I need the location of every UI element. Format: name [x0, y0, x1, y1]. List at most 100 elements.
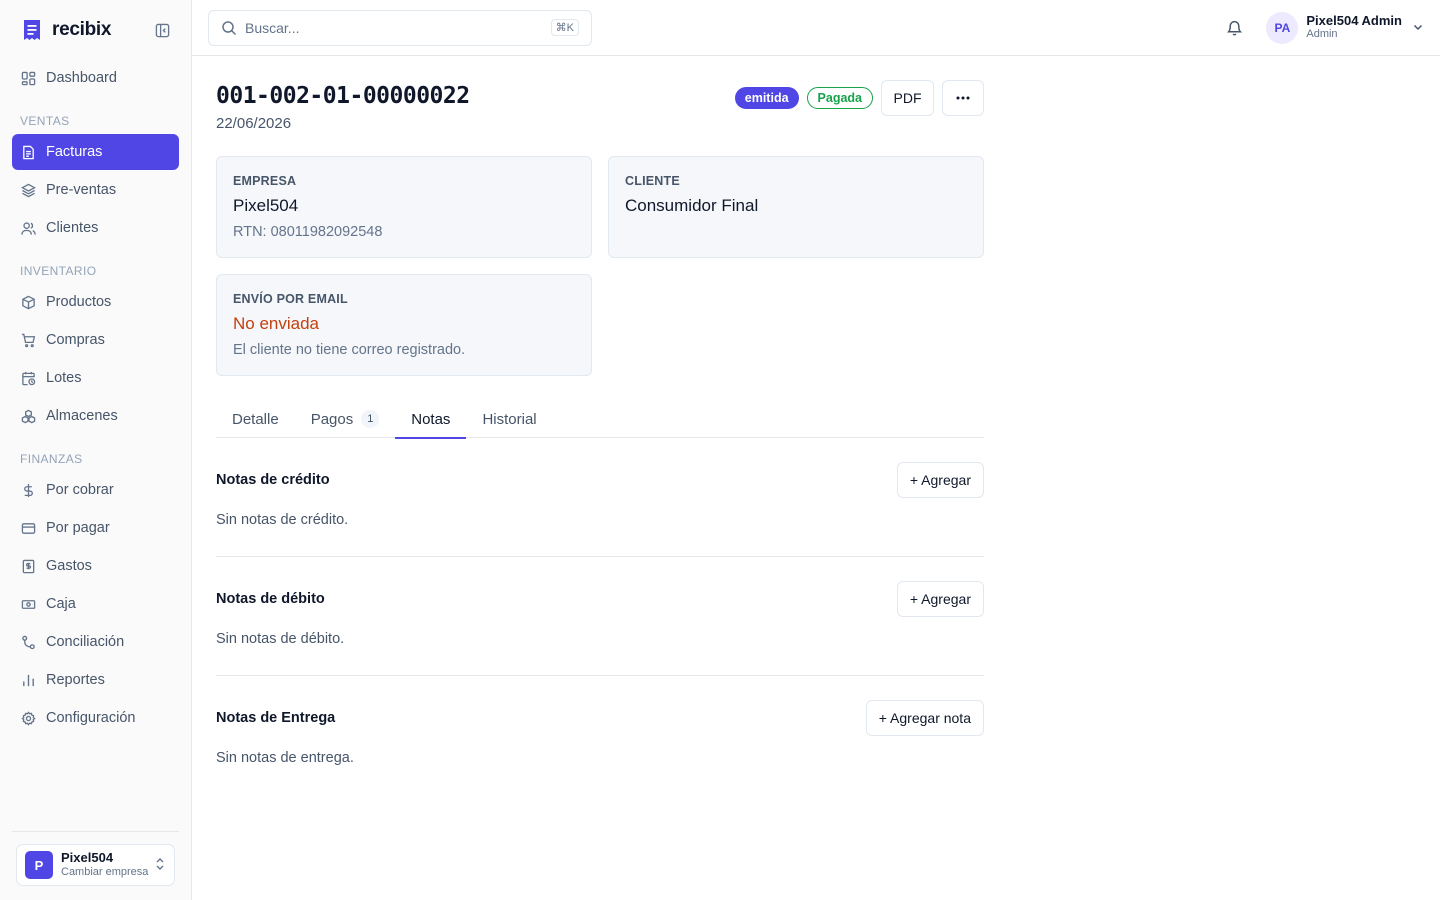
tab-pagos[interactable]: Pagos 1 — [295, 400, 396, 438]
sidebar-section-inventario: INVENTARIO — [20, 264, 97, 278]
settings-icon — [20, 710, 36, 726]
sidebar-item-clientes[interactable]: Clientes — [12, 210, 179, 246]
search-shortcut: ⌘K — [550, 19, 579, 36]
sidebar-item-almacenes[interactable]: Almacenes — [12, 398, 179, 434]
pdf-button[interactable]: PDF — [881, 80, 934, 116]
package-icon — [20, 294, 36, 310]
invoice-icon — [20, 144, 36, 160]
notifications-button[interactable] — [1216, 10, 1252, 46]
page-title: 001-002-01-00000022 — [216, 83, 470, 109]
debit-notes-section: Notas de débito + Agregar Sin notas de d… — [216, 557, 984, 676]
bell-icon — [1226, 20, 1243, 36]
sidebar-item-pre-ventas[interactable]: Pre-ventas — [12, 172, 179, 208]
add-credit-note-button[interactable]: + Agregar — [896, 462, 984, 498]
sidebar-item-label: Conciliación — [46, 634, 125, 650]
sidebar-item-configuracion[interactable]: Configuración — [12, 700, 179, 736]
tab-historial[interactable]: Historial — [466, 400, 552, 438]
receipt-icon — [20, 558, 36, 574]
layers-icon — [20, 182, 36, 198]
tab-label: Pagos — [310, 410, 354, 428]
delivery-notes-section: Notas de Entrega + Agregar nota Sin nota… — [216, 676, 984, 794]
sidebar-item-label: Clientes — [46, 220, 99, 236]
sidebar-item-label: Pre-ventas — [46, 182, 117, 198]
section-title: Notas de crédito — [216, 472, 330, 488]
tab-notas[interactable]: Notas — [395, 400, 467, 439]
sidebar-item-gastos[interactable]: Gastos — [12, 548, 179, 584]
sidebar-item-label: Compras — [46, 332, 105, 348]
sidebar-item-label: Reportes — [46, 672, 105, 688]
user-menu[interactable]: PA Pixel504 Admin Admin — [1266, 11, 1424, 44]
search-box[interactable]: ⌘K — [208, 9, 592, 46]
client-card: CLIENTE Consumidor Final — [608, 156, 984, 258]
sidebar-item-facturas[interactable]: Facturas — [12, 134, 179, 170]
company-switcher-button[interactable]: P Pixel504 Cambiar empresa — [16, 844, 175, 886]
invoice-header: 001-002-01-00000022 22/06/2026 emitida P… — [216, 80, 984, 132]
credit-notes-section: Notas de crédito + Agregar Sin notas de … — [216, 438, 984, 557]
bar-chart-icon — [20, 672, 36, 688]
chevron-down-icon — [1412, 20, 1424, 36]
search-input[interactable] — [245, 19, 551, 36]
sidebar-item-productos[interactable]: Productos — [12, 284, 179, 320]
main: ⌘K PA Pixel504 Admin Admin 0 — [192, 0, 1440, 900]
cart-icon — [20, 332, 36, 348]
calendar-clock-icon — [20, 370, 36, 386]
status-badge-pagada: Pagada — [806, 87, 873, 109]
section-title: Notas de Entrega — [216, 710, 336, 726]
user-name: Pixel504 Admin — [1306, 13, 1402, 28]
sidebar-item-por-cobrar[interactable]: Por cobrar — [12, 472, 179, 508]
add-delivery-note-button[interactable]: + Agregar nota — [865, 700, 984, 736]
tab-label: Notas — [411, 410, 451, 428]
empty-state: Sin notas de entrega. — [216, 750, 354, 766]
company-name-value: Pixel504 — [233, 196, 299, 215]
sidebar-item-label: Productos — [46, 294, 112, 310]
users-icon — [20, 220, 36, 236]
notes-panel: Notas de crédito + Agregar Sin notas de … — [216, 438, 984, 794]
sidebar-item-por-pagar[interactable]: Por pagar — [12, 510, 179, 546]
boxes-icon — [20, 408, 36, 424]
banknote-icon — [20, 596, 36, 612]
tab-label: Detalle — [232, 410, 279, 428]
sidebar-item-conciliacion[interactable]: Conciliación — [12, 624, 179, 660]
sidebar-item-label: Facturas — [46, 144, 103, 160]
topbar: ⌘K PA Pixel504 Admin Admin — [192, 0, 1440, 56]
more-horizontal-icon — [956, 96, 970, 100]
sidebar-item-label: Dashboard — [46, 70, 117, 86]
tab-count-badge: 1 — [361, 410, 380, 428]
sidebar-item-dashboard[interactable]: Dashboard — [12, 60, 179, 96]
git-compare-icon — [20, 634, 36, 650]
client-name: Consumidor Final — [625, 196, 759, 215]
dollar-icon — [20, 482, 36, 498]
section-title: Notas de débito — [216, 591, 325, 607]
sidebar-item-label: Caja — [46, 596, 76, 612]
email-status: No enviada — [233, 314, 320, 333]
invoice-date: 22/06/2026 — [216, 115, 292, 132]
email-status-card: ENVÍO POR EMAIL No enviada El cliente no… — [216, 274, 592, 376]
collapse-sidebar-icon[interactable] — [153, 21, 171, 39]
credit-card-icon — [20, 520, 36, 536]
card-label: ENVÍO POR EMAIL — [233, 292, 348, 306]
sidebar-item-label: Configuración — [46, 710, 136, 726]
sidebar-item-label: Por pagar — [46, 520, 110, 536]
sidebar-item-label: Almacenes — [46, 408, 118, 424]
sidebar-item-compras[interactable]: Compras — [12, 322, 179, 358]
company-card: EMPRESA Pixel504 RTN: 08011982092548 — [216, 156, 592, 258]
company-name: Pixel504 — [61, 850, 114, 865]
brand: recibix — [0, 0, 191, 60]
status-badge-emitida: emitida — [734, 87, 799, 109]
company-rtn: RTN: 08011982092548 — [233, 224, 383, 240]
sidebar-item-label: Gastos — [46, 558, 92, 574]
sidebar-item-caja[interactable]: Caja — [12, 586, 179, 622]
info-cards: EMPRESA Pixel504 RTN: 08011982092548 CLI… — [216, 156, 984, 376]
empty-state: Sin notas de crédito. — [216, 512, 349, 528]
sidebar-nav: Dashboard VENTAS Facturas Pre-ventas Cli… — [0, 60, 191, 736]
sidebar: recibix Dashboard VENTAS Facturas Pre-ve… — [0, 0, 192, 900]
sidebar-item-reportes[interactable]: Reportes — [12, 662, 179, 698]
dashboard-icon — [20, 70, 36, 86]
invoice-actions: emitida Pagada PDF — [734, 80, 984, 116]
company-switcher: P Pixel504 Cambiar empresa — [12, 831, 179, 886]
sidebar-item-lotes[interactable]: Lotes — [12, 360, 179, 396]
tab-detalle[interactable]: Detalle — [216, 400, 295, 438]
add-debit-note-button[interactable]: + Agregar — [896, 581, 984, 617]
more-actions-button[interactable] — [942, 80, 984, 116]
tab-label: Historial — [482, 410, 537, 428]
